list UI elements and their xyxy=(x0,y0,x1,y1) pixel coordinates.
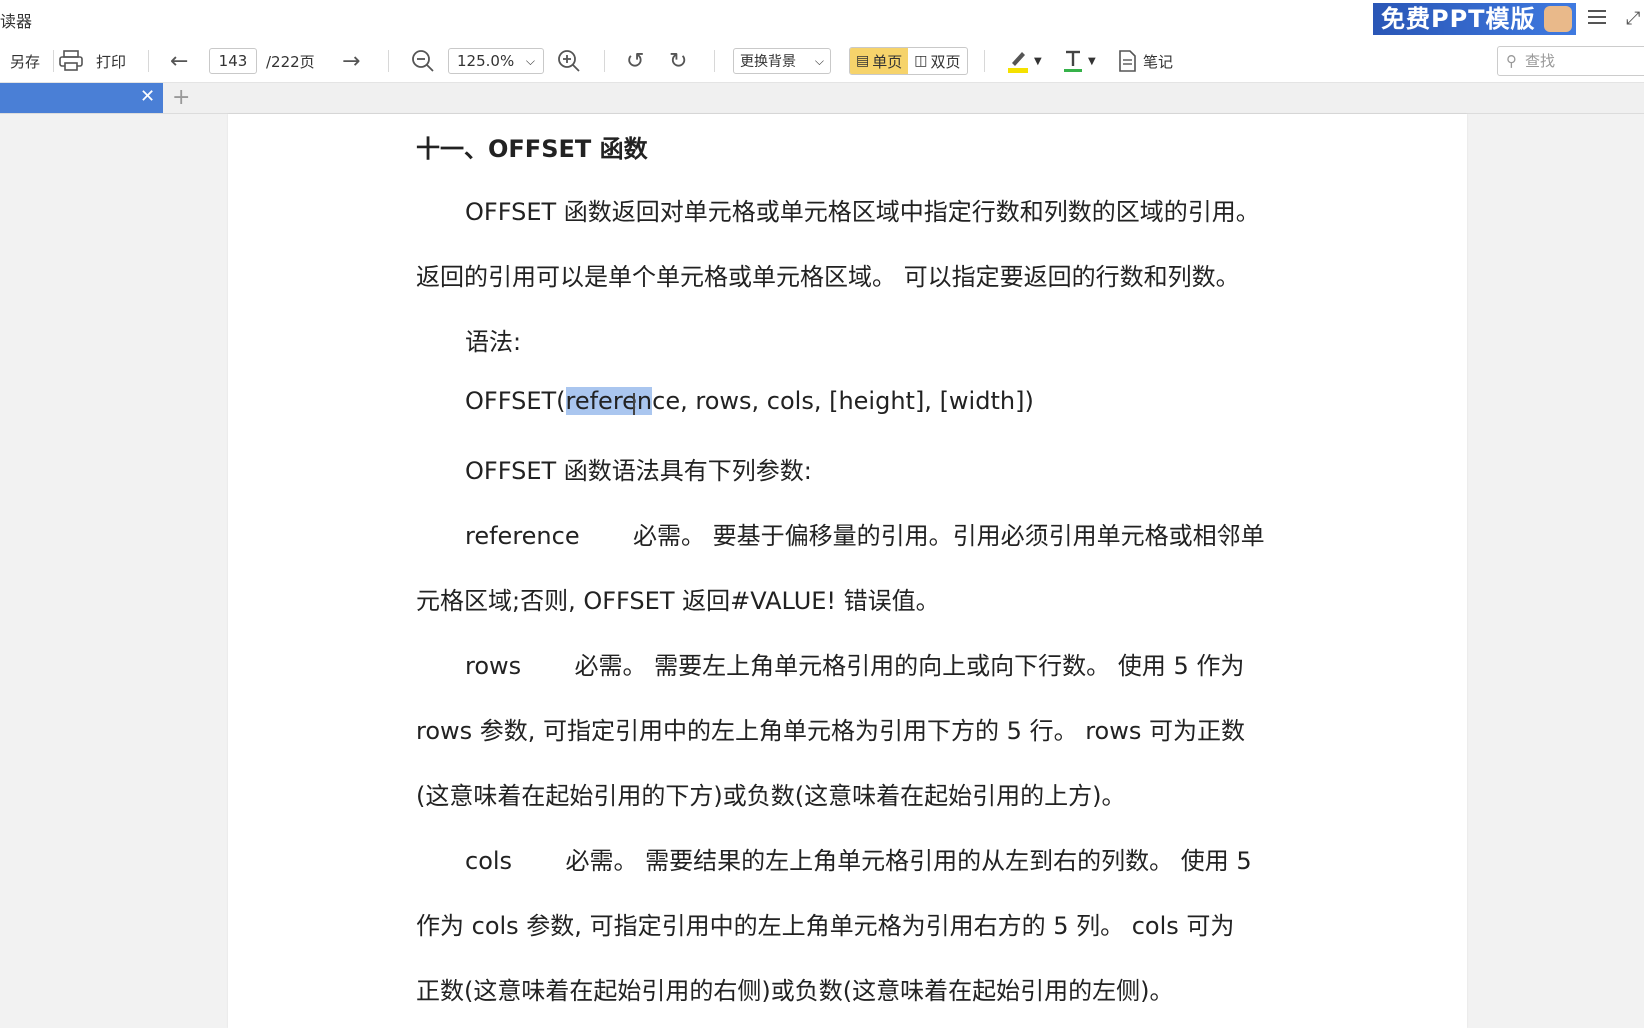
background-select[interactable]: 更换背景 ⌵ xyxy=(733,48,831,74)
tab-document[interactable]: ✕ xyxy=(0,83,163,113)
single-page-button[interactable]: ▤ 单页 xyxy=(850,48,909,74)
section-heading: 十一、OFFSET 函数 xyxy=(416,135,648,163)
page-number-value: 143 xyxy=(218,52,248,70)
close-icon[interactable]: ✕ xyxy=(140,86,155,107)
double-page-icon: ◫ xyxy=(914,53,928,69)
page-mode-toggle: ▤ 单页 ◫ 双页 xyxy=(849,47,968,75)
previous-page-icon[interactable]: ← xyxy=(170,40,188,82)
search-input[interactable] xyxy=(1523,51,1637,71)
zoom-in-icon xyxy=(558,50,580,72)
menu-icon[interactable] xyxy=(1588,10,1606,26)
save-as-button[interactable]: 另存 xyxy=(10,40,40,82)
paragraph-line: 元格区域;否则, OFFSET 返回#VALUE! 错误值。 xyxy=(416,587,940,615)
paragraph-line: 返回的引用可以是单个单元格或单元格区域。 可以指定要返回的行数和列数。 xyxy=(416,263,1240,291)
note-label: 笔记 xyxy=(1143,52,1174,71)
text-color-icon xyxy=(1064,50,1082,72)
toolbar: 另存 打印 ← 143 /222页 → 125.0% ⌵ ↺ ↻ 更换背景 ⌵ … xyxy=(0,40,1644,83)
zoom-select[interactable]: 125.0% ⌵ xyxy=(448,48,544,74)
text-cursor-icon xyxy=(633,393,635,415)
add-tab-icon[interactable]: + xyxy=(172,85,190,110)
ad-banner-text: 免费PPT模版 xyxy=(1381,5,1536,33)
rotate-left-icon[interactable]: ↺ xyxy=(626,40,644,82)
rotate-right-icon[interactable]: ↻ xyxy=(669,40,687,82)
caret-down-icon: ▼ xyxy=(1034,55,1042,67)
highlighter-icon xyxy=(1008,52,1028,73)
thumbs-up-icon xyxy=(1544,6,1572,32)
page-number-input[interactable]: 143 xyxy=(209,48,257,74)
paragraph-line: 作为 cols 参数, 可指定引用中的左上角单元格为引用右方的 5 列。 col… xyxy=(416,912,1235,940)
paragraph-line: OFFSET 函数语法具有下列参数: xyxy=(465,457,812,485)
caret-down-icon: ▼ xyxy=(1088,55,1096,67)
next-page-icon[interactable]: → xyxy=(342,40,360,82)
chevron-down-icon: ⌵ xyxy=(814,53,824,68)
divider xyxy=(388,50,389,72)
background-label: 更换背景 xyxy=(740,54,796,70)
paragraph-line: rows 必需。 需要左上角单元格引用的向上或向下行数。 使用 5 作为 xyxy=(465,652,1245,680)
title-bar: 读器 免费PPT模版 ⤢ xyxy=(0,0,1644,40)
zoom-out-button[interactable] xyxy=(410,40,436,82)
print-label: 打印 xyxy=(96,52,127,71)
paragraph-line: rows 参数, 可指定引用中的左上角单元格为引用下方的 5 行。 rows 可… xyxy=(416,717,1245,745)
divider xyxy=(604,50,605,72)
document-page: 十一、OFFSET 函数 OFFSET 函数返回对单元格或单元格区域中指定行数和… xyxy=(228,114,1467,1028)
paragraph-line: reference 必需。 要基于偏移量的引用。引用必须引用单元格或相邻单 xyxy=(465,522,1265,550)
printer-icon xyxy=(59,50,83,71)
app-title: 读器 xyxy=(0,12,33,31)
single-page-icon: ▤ xyxy=(856,53,870,69)
fullscreen-icon[interactable]: ⤢ xyxy=(1626,8,1640,29)
chevron-down-icon: ⌵ xyxy=(525,53,535,68)
text-color-button[interactable]: ▼ xyxy=(1062,40,1096,82)
divider xyxy=(53,50,54,72)
text-selection: referen xyxy=(565,387,653,415)
search-icon: ⚲ xyxy=(1506,52,1517,70)
tab-strip: ✕ + xyxy=(0,83,1644,114)
note-button[interactable]: 笔记 xyxy=(1117,40,1173,82)
syntax-label: 语法: xyxy=(465,328,522,356)
divider xyxy=(714,50,715,72)
search-box: ⚲ xyxy=(1497,46,1644,76)
zoom-out-icon xyxy=(412,50,434,72)
divider xyxy=(148,50,149,72)
print-button[interactable]: 打印 xyxy=(58,40,126,82)
single-page-label: 单页 xyxy=(872,52,903,71)
syntax-suffix: ce, rows, cols, [height], [width]) xyxy=(652,387,1034,415)
page-total: /222页 xyxy=(266,52,315,71)
paragraph-line: 正数(这意味着在起始引用的右侧)或负数(这意味着在起始引用的左侧)。 xyxy=(416,977,1174,1005)
note-icon xyxy=(1119,50,1136,72)
double-page-label: 双页 xyxy=(930,52,961,71)
divider xyxy=(984,50,985,72)
zoom-value: 125.0% xyxy=(457,52,515,70)
zoom-in-button[interactable] xyxy=(556,40,582,82)
highlighter-button[interactable]: ▼ xyxy=(1006,40,1042,82)
paragraph-line: OFFSET 函数返回对单元格或单元格区域中指定行数和列数的区域的引用。 xyxy=(465,198,1260,226)
syntax-prefix: OFFSET( xyxy=(465,387,566,415)
save-as-label: 另存 xyxy=(10,52,41,71)
paragraph-line: (这意味着在起始引用的下方)或负数(这意味着在起始引用的上方)。 xyxy=(416,782,1126,810)
ad-banner[interactable]: 免费PPT模版 xyxy=(1373,3,1576,35)
paragraph-line: cols 必需。 需要结果的左上角单元格引用的从左到右的列数。 使用 5 xyxy=(465,847,1252,875)
double-page-button[interactable]: ◫ 双页 xyxy=(908,48,966,74)
syntax-line[interactable]: OFFSET(reference, rows, cols, [height], … xyxy=(465,387,1034,415)
